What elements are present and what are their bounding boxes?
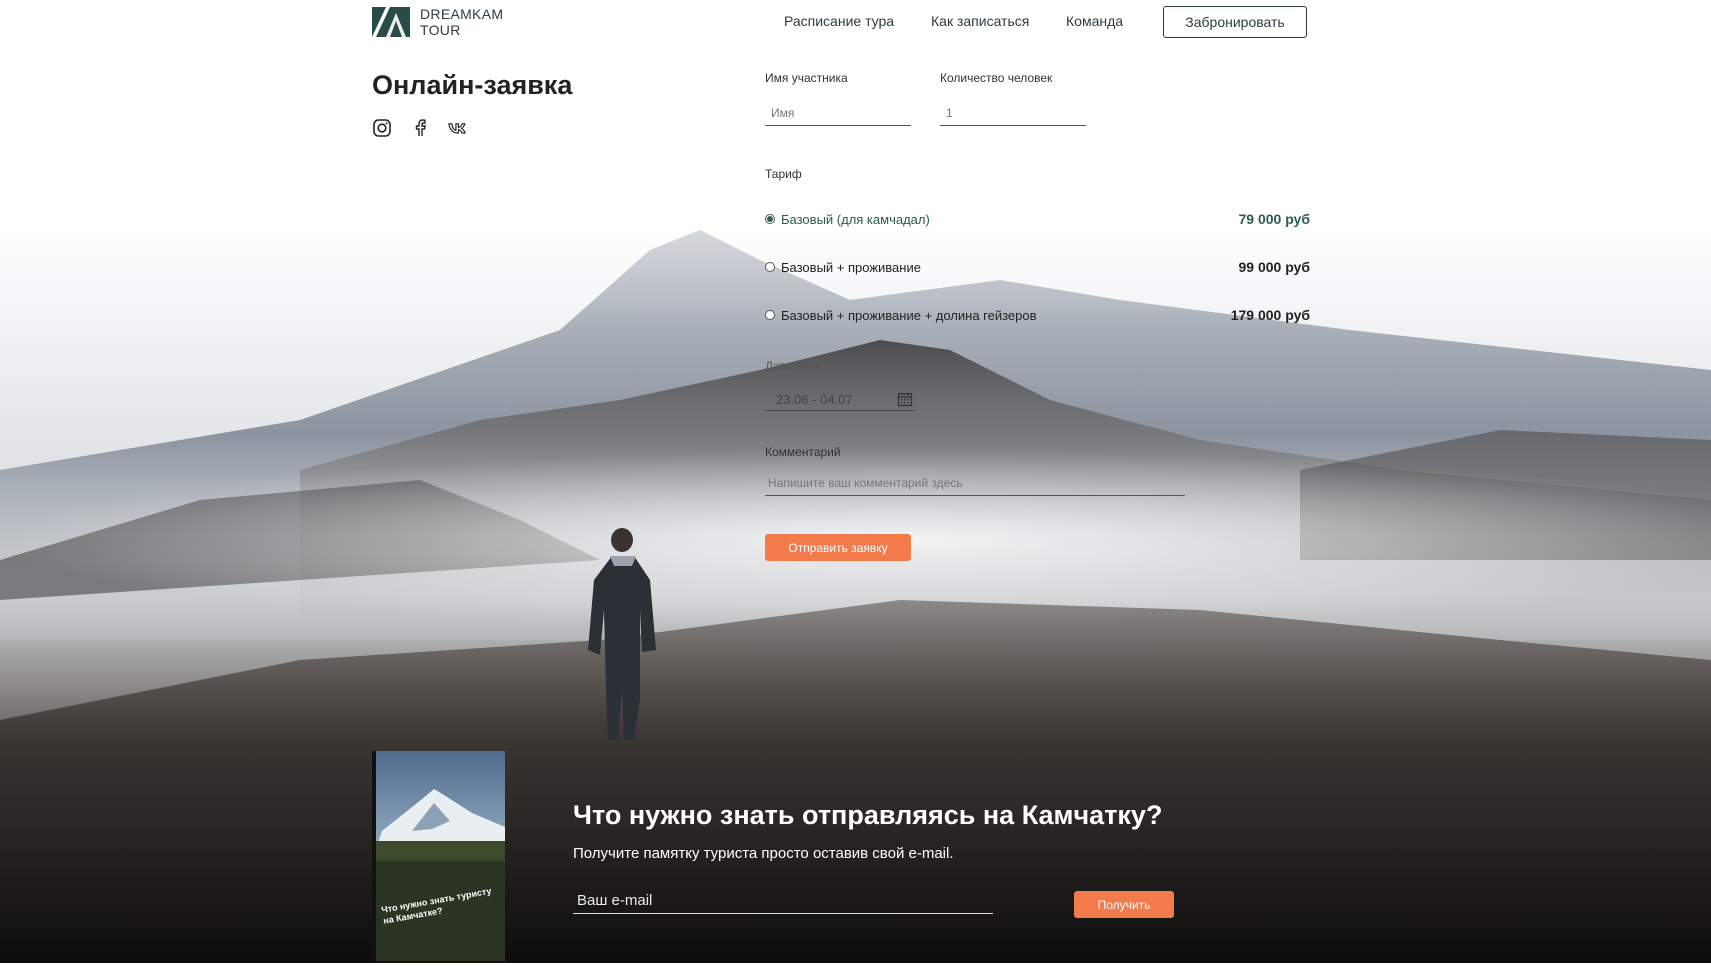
promo-title: Что нужно знать отправляясь на Камчатку? <box>573 800 1163 830</box>
social-links <box>372 118 468 138</box>
tariff-price: 99 000 руб <box>1238 259 1310 275</box>
nav-link-how-to-join[interactable]: Как записаться <box>931 13 1029 29</box>
guide-book-cover: Что нужно знать туристу на Камчатке? <box>372 751 505 961</box>
brand-name: DREAMKAM TOUR <box>420 6 503 38</box>
comment-input[interactable] <box>765 470 1185 496</box>
dates-label: Даты тура <box>765 359 822 373</box>
calendar-icon[interactable] <box>897 391 913 407</box>
tariff-label: Тариф <box>765 167 802 181</box>
book-button[interactable]: Забронировать <box>1163 6 1307 38</box>
submit-application-button[interactable]: Отправить заявку <box>765 534 911 561</box>
dates-picker[interactable]: 23.06 - 04.07 <box>765 388 915 411</box>
tariff-radio[interactable] <box>765 262 775 272</box>
instagram-icon[interactable] <box>372 118 392 138</box>
nav-link-team[interactable]: Команда <box>1066 13 1123 29</box>
dates-value: 23.06 - 04.07 <box>776 391 853 407</box>
count-input[interactable] <box>940 100 1086 126</box>
promo-subtitle: Получите памятку туриста просто оставив … <box>573 845 954 862</box>
facebook-icon[interactable] <box>410 118 430 138</box>
tariff-name: Базовый + проживание + долина гейзеров <box>781 307 1037 323</box>
mountain-logo-icon <box>372 7 410 37</box>
tariff-radio[interactable] <box>765 214 775 224</box>
tariff-option-basic[interactable]: Базовый (для камчадал) 79 000 руб <box>765 209 1310 229</box>
tariff-price: 79 000 руб <box>1238 211 1310 227</box>
brand-line-2: TOUR <box>420 22 461 38</box>
nav-link-schedule[interactable]: Расписание тура <box>784 13 894 29</box>
tariff-price: 179 000 руб <box>1230 307 1310 323</box>
tariff-name: Базовый + проживание <box>781 259 921 275</box>
comment-label: Комментарий <box>765 445 841 459</box>
tariff-option-geysers[interactable]: Базовый + проживание + долина гейзеров 1… <box>765 305 1310 325</box>
brand-logo[interactable]: DREAMKAM TOUR <box>372 6 503 38</box>
name-label: Имя участника <box>765 71 848 85</box>
tariff-option-accommodation[interactable]: Базовый + проживание 99 000 руб <box>765 257 1310 277</box>
tariff-name: Базовый (для камчадал) <box>781 211 930 227</box>
count-label: Количество человек <box>940 71 1053 85</box>
page-title: Онлайн-заявка <box>372 70 573 100</box>
vk-icon[interactable] <box>448 118 468 138</box>
brand-line-1: DREAMKAM <box>420 6 504 22</box>
tariff-radio[interactable] <box>765 310 775 320</box>
email-input[interactable] <box>573 888 993 914</box>
get-guide-button[interactable]: Получить <box>1074 891 1174 918</box>
name-input[interactable] <box>765 100 911 126</box>
